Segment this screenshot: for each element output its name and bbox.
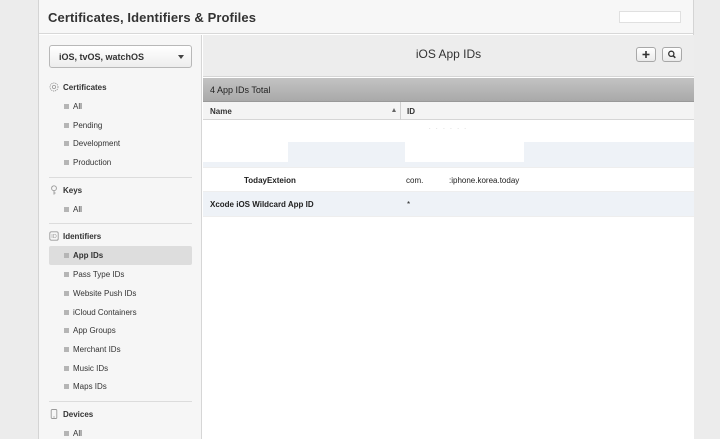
divider <box>49 223 192 225</box>
certificates-label: Certificates <box>63 83 107 92</box>
sidebar-item-merchant-ids[interactable]: Merchant IDs <box>49 340 192 359</box>
key-icon <box>51 185 57 195</box>
sidebar: iOS, tvOS, watchOS Certificates All Pend… <box>39 35 202 439</box>
keys-heading: Keys <box>49 182 192 200</box>
add-button[interactable] <box>636 47 656 62</box>
bullet-icon <box>64 384 69 390</box>
sidebar-item-pass-type-ids[interactable]: Pass Type IDs <box>49 265 192 284</box>
identifier-icon: ID <box>49 231 59 242</box>
main-header: iOS App IDs <box>203 35 694 77</box>
sidebar-item-website-push-ids[interactable]: Website Push IDs <box>49 284 192 303</box>
redacted-block <box>203 142 288 162</box>
sidebar-item-certificates-all[interactable]: All <box>49 97 192 116</box>
sidebar-item-production[interactable]: Production <box>49 153 192 172</box>
sidebar-item-label: iCloud Containers <box>73 307 137 317</box>
bullet-icon <box>64 104 69 109</box>
identifiers-heading: ID Identifiers <box>49 228 192 246</box>
bullet-icon <box>64 206 69 212</box>
sidebar-item-label: Merchant IDs <box>73 344 121 354</box>
certificates-heading: Certificates <box>49 79 192 97</box>
divider <box>49 176 192 178</box>
app-id-name: TodayExteion <box>244 176 296 185</box>
svg-text:ID: ID <box>51 234 57 240</box>
account-field[interactable] <box>619 11 681 23</box>
sidebar-item-keys-all[interactable]: All <box>49 200 192 219</box>
bullet-icon <box>64 160 69 166</box>
sidebar-item-icloud-containers[interactable]: iCloud Containers <box>49 303 192 322</box>
sidebar-item-label: Music IDs <box>73 363 109 373</box>
keys-label: Keys <box>63 185 83 195</box>
sidebar-item-label: App IDs <box>73 251 104 261</box>
sidebar-item-label: All <box>73 204 82 214</box>
devices-label: Devices <box>63 409 94 419</box>
total-bar: 4 App IDs Total <box>203 78 694 102</box>
sidebar-item-devices-all[interactable]: All <box>49 424 192 439</box>
table-row[interactable]: · · · · · · <box>203 120 694 168</box>
certificate-icon <box>49 82 59 92</box>
chevron-down-icon <box>178 55 184 59</box>
bullet-icon <box>64 122 69 128</box>
app-id-name: Xcode iOS Wildcard App ID <box>210 200 314 209</box>
bullet-icon <box>64 290 69 296</box>
sidebar-item-pending[interactable]: Pending <box>49 116 192 135</box>
app-title: Certificates, Identifiers & Profiles <box>48 10 257 25</box>
bullet-icon <box>64 328 69 334</box>
search-icon <box>668 50 676 59</box>
total-count: 4 App IDs Total <box>210 85 271 95</box>
main-content: iOS App IDs 4 App IDs Total Name ID · · … <box>203 35 694 439</box>
sidebar-item-label: Pending <box>73 120 103 130</box>
bullet-icon <box>64 253 69 259</box>
sidebar-item-label: Website Push IDs <box>73 288 137 298</box>
sidebar-item-app-ids[interactable]: App IDs <box>49 246 192 266</box>
search-button[interactable] <box>662 47 682 62</box>
redacted-block <box>405 142 524 162</box>
sidebar-item-label: Maps IDs <box>73 382 107 392</box>
column-divider <box>400 102 401 120</box>
certificates-section: Certificates All Pending Development Pro… <box>49 79 192 439</box>
bullet-icon <box>64 365 69 371</box>
column-header-name[interactable]: Name <box>210 107 232 116</box>
platform-select[interactable]: iOS, tvOS, watchOS <box>49 45 192 68</box>
app-window: Certificates, Identifiers & Profiles iOS… <box>38 0 694 439</box>
sidebar-item-label: Development <box>73 139 121 149</box>
sidebar-item-label: Production <box>73 158 112 168</box>
table-row[interactable]: TodayExteion com. :iphone.korea.today <box>203 168 694 192</box>
app-id-value: * <box>407 200 411 209</box>
device-icon <box>50 408 58 419</box>
sidebar-item-label: App Groups <box>73 326 116 336</box>
identifiers-label: Identifiers <box>63 232 102 242</box>
sidebar-item-maps-ids[interactable]: Maps IDs <box>49 377 192 396</box>
app-ids-table: · · · · · · TodayExteion com. :iphone.ko… <box>203 120 694 217</box>
bullet-icon <box>64 430 69 436</box>
bullet-icon <box>64 346 69 352</box>
sidebar-item-label: Pass Type IDs <box>73 270 125 280</box>
sidebar-item-app-groups[interactable]: App Groups <box>49 321 192 340</box>
app-id-suffix: :iphone.korea.today <box>449 176 520 185</box>
sidebar-item-music-ids[interactable]: Music IDs <box>49 359 192 378</box>
sidebar-item-label: All <box>73 102 82 111</box>
divider <box>49 400 192 402</box>
table-row[interactable]: Xcode iOS Wildcard App ID * <box>203 192 694 217</box>
plus-icon <box>642 51 650 58</box>
table-header: Name ID <box>203 102 694 120</box>
bullet-icon <box>64 309 69 315</box>
column-header-id[interactable]: ID <box>407 107 415 116</box>
sidebar-item-label: All <box>73 428 82 438</box>
sidebar-item-development[interactable]: Development <box>49 134 192 153</box>
title-bar: Certificates, Identifiers & Profiles <box>39 0 693 34</box>
bullet-icon <box>64 141 69 147</box>
app-id-prefix: com. <box>406 176 424 185</box>
bullet-icon <box>64 272 69 278</box>
devices-heading: Devices <box>49 406 192 424</box>
page-title: iOS App IDs <box>415 47 482 61</box>
platform-select-value: iOS, tvOS, watchOS <box>59 52 145 62</box>
sort-ascending-icon[interactable] <box>392 108 396 112</box>
redacted-text: · · · · · · <box>429 126 468 132</box>
